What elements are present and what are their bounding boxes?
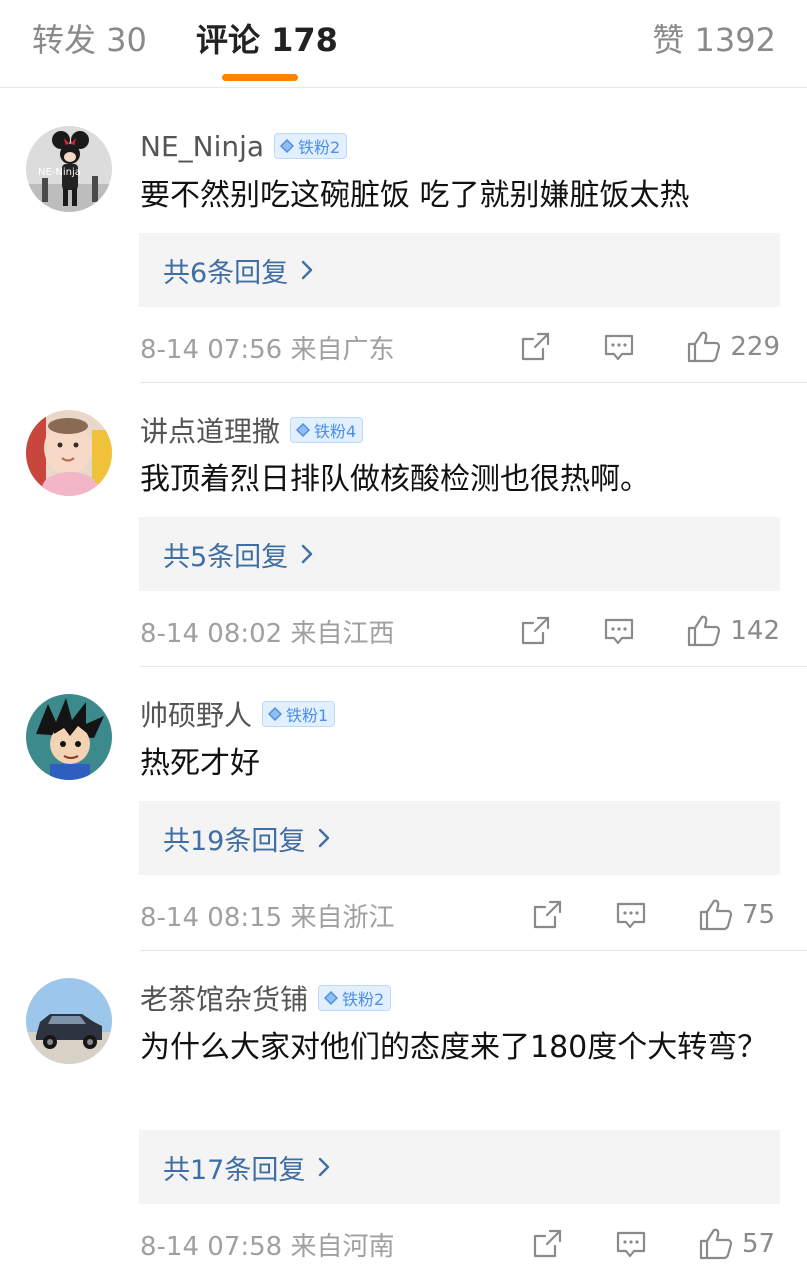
- diamond-icon: [324, 991, 339, 1005]
- comment-actions: 75: [530, 895, 780, 935]
- comment-actions: 57: [530, 1224, 780, 1264]
- name-row: 讲点道理撒 铁粉4: [140, 410, 364, 450]
- tab-reposts[interactable]: 转发 30: [32, 18, 147, 62]
- share-icon[interactable]: [530, 898, 564, 932]
- replies-link[interactable]: 共19条回复: [139, 801, 780, 875]
- share-icon[interactable]: [518, 614, 552, 648]
- comment-icon[interactable]: [614, 1227, 648, 1261]
- divider: [140, 666, 807, 667]
- name-row: 老茶馆杂货铺 铁粉2: [140, 978, 392, 1018]
- fan-badge-label: 铁粉4: [314, 422, 357, 441]
- comment-text: 热死才好: [140, 746, 260, 781]
- diamond-icon: [268, 707, 283, 721]
- thumbs-up-icon[interactable]: [686, 329, 722, 365]
- comment-icon[interactable]: [602, 330, 636, 364]
- avatar[interactable]: [26, 694, 112, 780]
- fan-badge[interactable]: 铁粉2: [274, 133, 348, 159]
- active-tab-indicator: [222, 74, 298, 81]
- tab-bar: 转发 30 评论 178 赞 1392: [0, 0, 807, 88]
- replies-label: 共5条回复: [163, 541, 289, 573]
- comment-text: 要不然别吃这碗脏饭 吃了就别嫌脏饭太热: [140, 178, 690, 213]
- like-count: 57: [742, 1229, 776, 1259]
- fan-badge[interactable]: 铁粉1: [262, 701, 336, 727]
- fan-badge[interactable]: 铁粉4: [290, 417, 364, 443]
- avatar[interactable]: NE-Ninja: [26, 126, 112, 212]
- replies-label: 共19条回复: [163, 825, 306, 857]
- svg-text:NE-Ninja: NE-Ninja: [38, 167, 81, 178]
- divider: [140, 382, 807, 383]
- replies-link[interactable]: 共6条回复: [139, 233, 780, 307]
- timestamp-location: 8-14 07:56 来自广东: [140, 334, 395, 365]
- username[interactable]: 帅硕野人: [140, 694, 252, 734]
- thumbs-up-icon[interactable]: [698, 897, 734, 933]
- divider: [140, 950, 807, 951]
- timestamp-location: 8-14 08:15 来自浙江: [140, 902, 395, 933]
- comment-icon[interactable]: [602, 614, 636, 648]
- chevron-right-icon: [319, 1157, 330, 1177]
- suv-car-avatar-icon: [26, 978, 112, 1064]
- chevron-right-icon: [301, 544, 313, 564]
- meta-row: 8-14 08:02 来自江西 142: [140, 611, 780, 651]
- comment-icon[interactable]: [614, 898, 648, 932]
- fan-badge-label: 铁粉1: [286, 706, 329, 725]
- diamond-icon: [296, 423, 311, 437]
- like-count: 142: [730, 616, 780, 646]
- comment-text: 为什么大家对他们的态度来了180度个大转弯？: [140, 1030, 768, 1065]
- timestamp-location: 8-14 08:02 来自江西: [140, 618, 395, 649]
- comment-actions: 229: [518, 327, 780, 367]
- chevron-right-icon: [319, 828, 330, 848]
- username[interactable]: NE_Ninja: [140, 130, 264, 163]
- timestamp-location: 8-14 07:58 来自河南: [140, 1231, 395, 1262]
- chevron-right-icon: [301, 260, 313, 280]
- tab-likes[interactable]: 赞 1392: [652, 18, 776, 62]
- replies-label: 共17条回复: [163, 1154, 306, 1186]
- replies-link[interactable]: 共17条回复: [139, 1130, 780, 1204]
- avatar[interactable]: [26, 410, 112, 496]
- comment-actions: 142: [518, 611, 780, 651]
- comment-text: 我顶着烈日排队做核酸检测也很热啊。: [140, 462, 650, 497]
- share-icon[interactable]: [530, 1227, 564, 1261]
- name-row: 帅硕野人 铁粉1: [140, 694, 336, 734]
- minnie-guitar-avatar-icon: NE-Ninja: [26, 126, 112, 212]
- username[interactable]: 讲点道理撒: [140, 410, 280, 450]
- meta-row: 8-14 07:58 来自河南 57: [140, 1224, 780, 1264]
- like-count: 75: [742, 900, 776, 930]
- cartoon-boy-avatar-icon: [26, 694, 112, 780]
- baby-photo-avatar-icon: [26, 410, 112, 496]
- meta-row: 8-14 07:56 来自广东 229: [140, 327, 780, 367]
- fan-badge-label: 铁粉2: [342, 990, 385, 1009]
- name-row: NE_Ninja 铁粉2: [140, 126, 348, 166]
- diamond-icon: [280, 139, 295, 153]
- share-icon[interactable]: [518, 330, 552, 364]
- username[interactable]: 老茶馆杂货铺: [140, 978, 308, 1018]
- fan-badge[interactable]: 铁粉2: [318, 985, 392, 1011]
- tab-comments[interactable]: 评论 178: [196, 18, 338, 62]
- replies-label: 共6条回复: [163, 257, 289, 289]
- fan-badge-label: 铁粉2: [298, 138, 341, 157]
- meta-row: 8-14 08:15 来自浙江 75: [140, 895, 780, 935]
- replies-link[interactable]: 共5条回复: [139, 517, 780, 591]
- thumbs-up-icon[interactable]: [698, 1226, 734, 1262]
- like-count: 229: [730, 332, 780, 362]
- thumbs-up-icon[interactable]: [686, 613, 722, 649]
- avatar[interactable]: [26, 978, 112, 1064]
